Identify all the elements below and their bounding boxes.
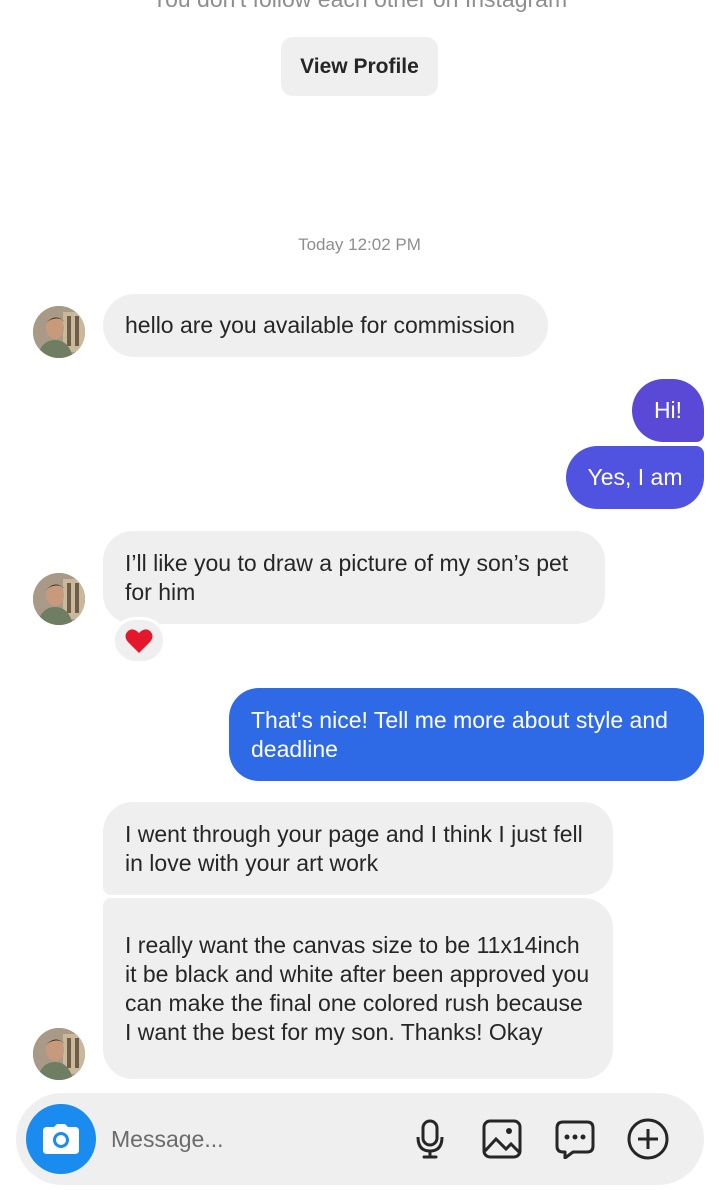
sender-avatar[interactable] <box>33 1028 85 1080</box>
incoming-message[interactable]: hello are you available for commission <box>103 294 548 357</box>
follow-status-note: You don't follow each other on Instagram <box>0 0 719 13</box>
sticker-icon <box>555 1120 595 1159</box>
message-composer <box>16 1093 704 1185</box>
avatar-photo <box>33 306 85 358</box>
avatar-photo <box>33 1028 85 1080</box>
outgoing-message[interactable]: Hi! <box>632 379 704 442</box>
outgoing-message[interactable]: Yes, I am <box>566 446 704 509</box>
message-text: Yes, I am <box>587 464 683 490</box>
gallery-icon <box>482 1119 522 1159</box>
heart-reaction[interactable] <box>112 617 166 664</box>
message-input[interactable] <box>111 1117 391 1161</box>
message-text: I went through your page and I think I j… <box>125 820 583 876</box>
message-text: I really want the canvas size to be 11x1… <box>125 931 590 1045</box>
message-timestamp: Today 12:02 PM <box>298 235 421 254</box>
outgoing-message[interactable]: That's nice! Tell me more about style an… <box>229 688 704 781</box>
gallery-button[interactable] <box>479 1116 525 1162</box>
incoming-message[interactable]: I really want the canvas size to be 11x1… <box>103 898 613 1079</box>
message-text: I’ll like you to draw a picture of my so… <box>125 549 569 605</box>
incoming-message[interactable]: I’ll like you to draw a picture of my so… <box>103 531 605 624</box>
plus-icon <box>627 1118 669 1160</box>
sender-avatar[interactable] <box>33 573 85 625</box>
message-text: hello are you available for commission <box>125 312 515 338</box>
camera-button[interactable] <box>26 1104 96 1174</box>
view-profile-button[interactable]: View Profile <box>281 37 438 96</box>
incoming-message[interactable]: I went through your page and I think I j… <box>103 802 613 895</box>
sticker-button[interactable] <box>552 1116 598 1162</box>
avatar-photo <box>33 573 85 625</box>
message-text: That's nice! Tell me more about style an… <box>251 706 668 762</box>
more-options-button[interactable] <box>625 1116 671 1162</box>
message-text: Hi! <box>653 397 683 423</box>
heart-icon <box>125 628 153 653</box>
microphone-button[interactable] <box>407 1116 453 1162</box>
camera-icon <box>43 1124 79 1154</box>
microphone-icon <box>416 1119 444 1159</box>
sender-avatar[interactable] <box>33 306 85 358</box>
